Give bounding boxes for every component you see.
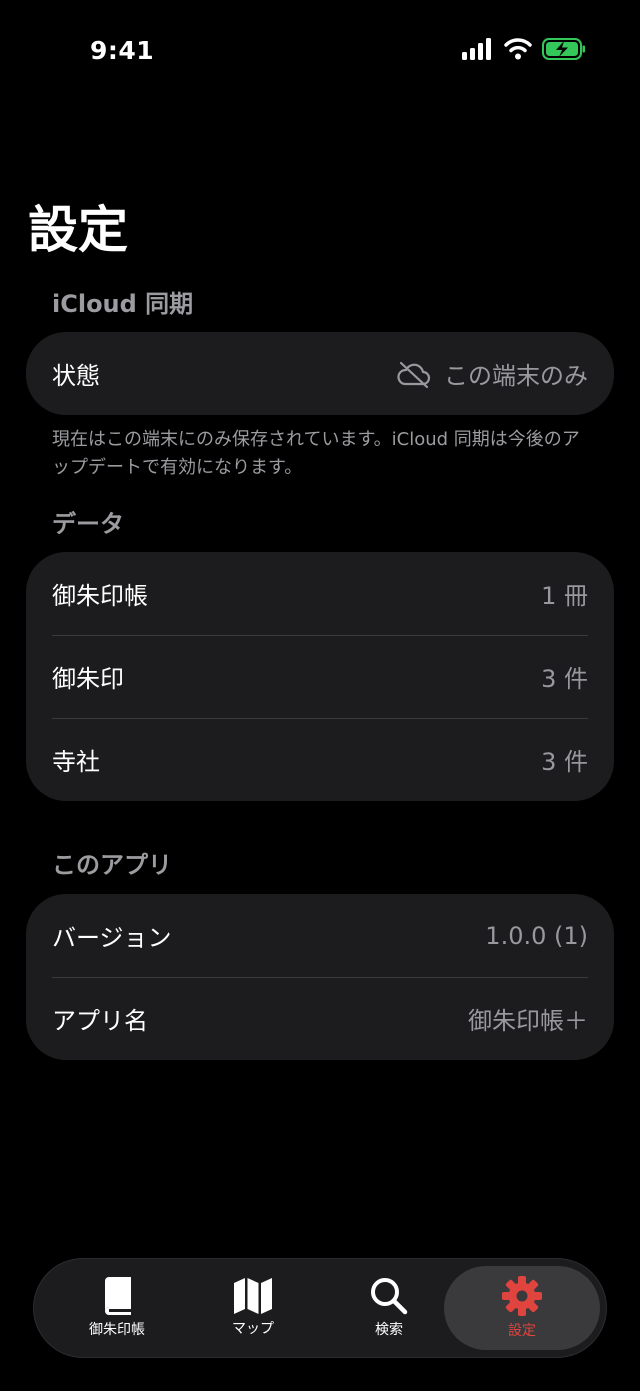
status-icons [462, 38, 586, 60]
data-row-goshuin: 御朱印 3 件 [26, 635, 614, 718]
tab-goshuincho[interactable]: 御朱印帳 [64, 1259, 170, 1357]
status-time: 9:41 [90, 36, 155, 65]
status-bar: 9:41 [0, 0, 640, 100]
icloud-card: 状態 この端末のみ [26, 332, 614, 415]
data-row-value: 3 件 [541, 665, 588, 693]
app-card: バージョン 1.0.0 (1) アプリ名 御朱印帳＋ [26, 894, 614, 1060]
data-row-label: 御朱印 [52, 665, 124, 693]
tab-label: 御朱印帳 [89, 1322, 145, 1338]
tab-label: マップ [232, 1321, 274, 1337]
app-row-version: バージョン 1.0.0 (1) [26, 894, 614, 977]
app-row-value: 1.0.0 (1) [485, 921, 588, 950]
data-row-jisha: 寺社 3 件 [26, 718, 614, 801]
cloud-slash-icon [397, 361, 431, 388]
icloud-status-label: 状態 [52, 362, 100, 390]
tab-search[interactable]: 検索 [336, 1259, 442, 1357]
tab-bar: 御朱印帳 マップ 検索 設定 [34, 1259, 606, 1357]
gear-icon [502, 1276, 542, 1316]
data-row-label: 寺社 [52, 748, 100, 776]
tab-label: 設定 [508, 1323, 536, 1339]
section-header-app: このアプリ [52, 851, 172, 879]
data-row-goshuincho: 御朱印帳 1 冊 [26, 552, 614, 635]
icloud-status-text: この端末のみ [444, 362, 588, 390]
tab-label: 検索 [375, 1322, 403, 1338]
icloud-status-value: この端末のみ [396, 356, 588, 391]
app-row-value: 御朱印帳＋ [468, 1007, 588, 1035]
icloud-status-row: 状態 この端末のみ [26, 332, 614, 415]
search-icon [371, 1278, 408, 1315]
data-row-value: 3 件 [541, 748, 588, 776]
data-card: 御朱印帳 1 冊 御朱印 3 件 寺社 3 件 [26, 552, 614, 801]
tab-map[interactable]: マップ [200, 1259, 306, 1357]
cellular-signal-icon [462, 38, 491, 60]
app-row-label: アプリ名 [52, 1007, 148, 1035]
tab-settings[interactable]: 設定 [444, 1266, 600, 1350]
page-title: 設定 [28, 201, 128, 259]
map-icon [234, 1278, 272, 1314]
data-row-label: 御朱印帳 [52, 582, 148, 610]
app-row-label: バージョン [52, 924, 172, 952]
icloud-footnote: 現在はこの端末にのみ保存されています。iCloud 同期は今後のアップデートで有… [52, 429, 580, 478]
wifi-icon [504, 38, 532, 60]
book-icon [105, 1277, 131, 1315]
section-header-icloud: iCloud 同期 [52, 290, 194, 318]
data-row-value: 1 冊 [541, 582, 588, 610]
battery-charging-icon [542, 38, 585, 60]
section-header-data: データ [52, 510, 124, 538]
app-row-name: アプリ名 御朱印帳＋ [26, 977, 614, 1060]
